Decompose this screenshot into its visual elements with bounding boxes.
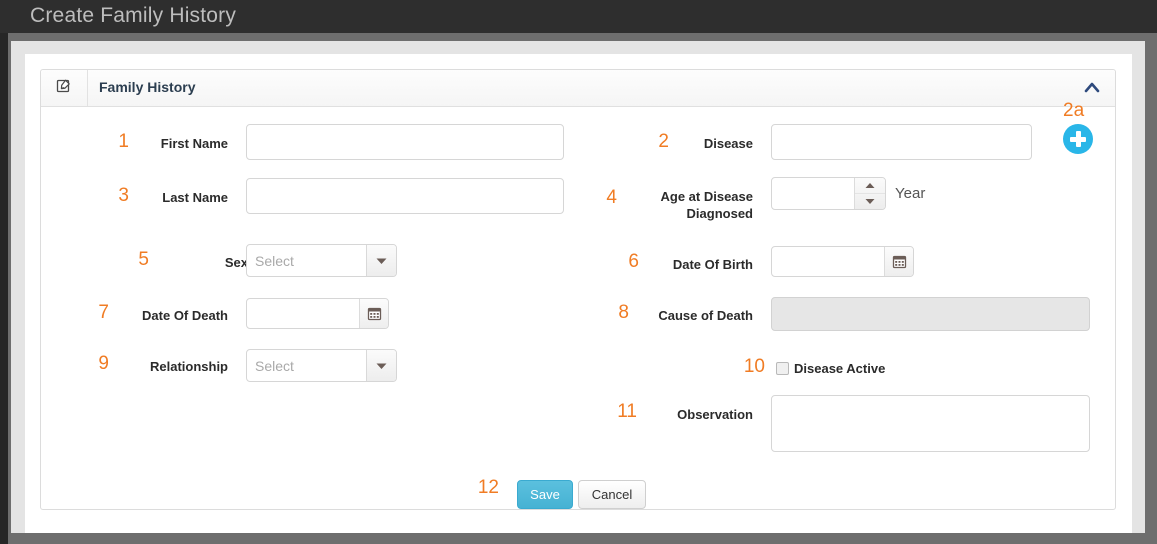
- label-observation: Observation: [677, 407, 753, 422]
- label-disease-active: Disease Active: [794, 361, 886, 376]
- disease-active-checkbox[interactable]: [776, 362, 789, 375]
- save-button[interactable]: Save: [517, 480, 573, 509]
- age-at-diagnosis-stepper[interactable]: [771, 177, 886, 210]
- field-number-actions: 12: [477, 477, 499, 498]
- label-disease: Disease: [703, 136, 753, 151]
- window-title: Create Family History: [30, 4, 237, 27]
- cause-of-death-input: [771, 297, 1090, 331]
- first-name-input[interactable]: [246, 124, 564, 160]
- date-of-death-field[interactable]: [246, 298, 389, 329]
- sex-select-value: Select: [255, 252, 294, 269]
- date-of-birth-field[interactable]: [771, 246, 914, 277]
- family-history-panel: Family History 1 First Name 3 Last Name …: [40, 69, 1116, 510]
- stepper-buttons[interactable]: [854, 178, 885, 209]
- calendar-icon[interactable]: [884, 247, 913, 276]
- relationship-select-value: Select: [255, 357, 294, 374]
- chevron-down-icon[interactable]: [366, 350, 396, 381]
- edit-pencil-icon: [56, 77, 73, 99]
- observation-textarea[interactable]: [771, 395, 1090, 452]
- field-number-date-of-birth: 6: [628, 251, 639, 272]
- label-date-of-death: Date Of Death: [142, 308, 228, 323]
- plus-vertical-bar: [1075, 131, 1081, 147]
- relationship-select[interactable]: Select: [246, 349, 397, 382]
- left-edge-strip: [0, 33, 8, 544]
- label-relationship: Relationship: [149, 359, 228, 374]
- panel-icon-cell: [41, 70, 88, 106]
- field-number-age-at-diagnosis: 4: [606, 187, 617, 208]
- label-date-of-birth: Date Of Birth: [672, 257, 753, 272]
- plus-circle-icon[interactable]: [1063, 124, 1093, 154]
- disease-input[interactable]: [771, 124, 1032, 160]
- field-number-observation: 11: [617, 401, 637, 422]
- last-name-input[interactable]: [246, 178, 564, 214]
- date-of-death-input[interactable]: [247, 299, 359, 328]
- label-last-name: Last Name: [162, 190, 228, 205]
- label-sex: Sex: [224, 255, 248, 270]
- field-number-cause-of-death: 8: [618, 302, 629, 323]
- panel-header: Family History: [41, 70, 1115, 107]
- sex-select[interactable]: Select: [246, 244, 397, 277]
- label-cause-of-death: Cause of Death: [658, 308, 753, 323]
- stepper-up-icon[interactable]: [855, 178, 885, 194]
- stepper-down-icon[interactable]: [855, 194, 885, 209]
- label-age-at-diagnosis: Age at Disease Diagnosed: [660, 189, 754, 221]
- chevron-down-icon[interactable]: [366, 245, 396, 276]
- cancel-button[interactable]: Cancel: [578, 480, 646, 509]
- field-number-disease-active: 10: [743, 356, 765, 377]
- window-titlebar: Create Family History: [0, 0, 1157, 33]
- chevron-up-icon[interactable]: [1081, 78, 1103, 98]
- age-at-diagnosis-input[interactable]: [772, 178, 854, 209]
- field-number-add-disease: 2a: [1063, 100, 1085, 121]
- panel-title: Family History: [99, 79, 196, 95]
- date-of-birth-input[interactable]: [772, 247, 884, 276]
- calendar-icon[interactable]: [359, 299, 388, 328]
- age-unit-label: Year: [895, 185, 926, 202]
- label-first-name: First Name: [160, 136, 228, 151]
